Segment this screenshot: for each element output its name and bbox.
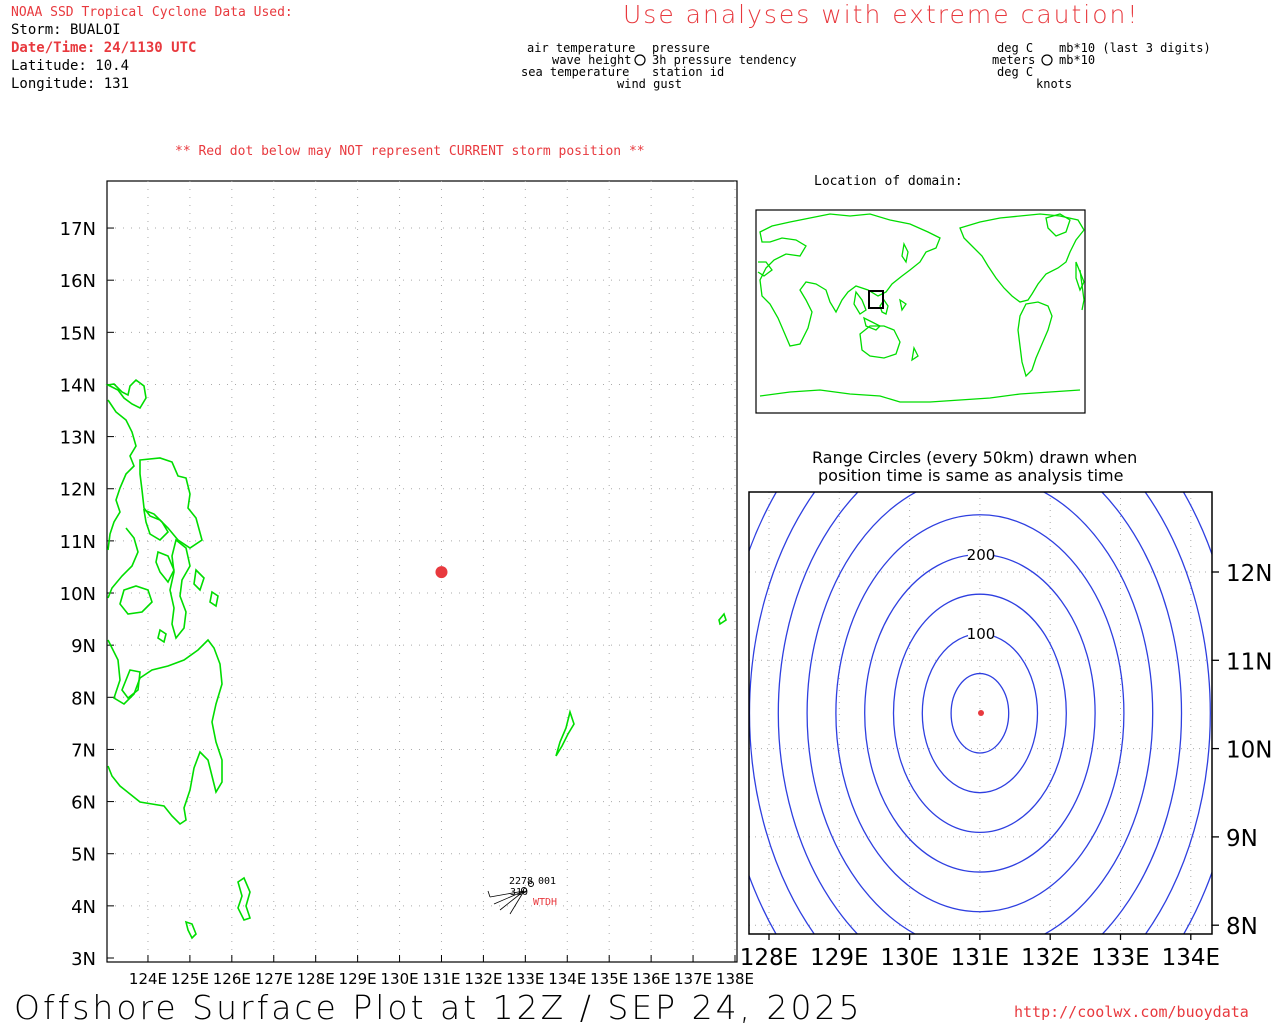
range-lon-label: 129E <box>810 945 868 971</box>
lon-label: 131E <box>422 970 460 988</box>
lon-label: 135E <box>590 970 628 988</box>
range-lon-label: 128E <box>740 945 798 971</box>
lon-label: 138E <box>716 970 754 988</box>
lat-label: 16N <box>60 271 96 292</box>
plot-title: Offshore Surface Plot at 12Z / SEP 24, 2… <box>14 988 863 1027</box>
source-url[interactable]: http://coolwx.com/buoydata <box>1014 1003 1249 1021</box>
station-value-top-right: 001 <box>538 876 556 887</box>
range-lat-label: 12N <box>1226 561 1272 587</box>
range-lon-label: 134E <box>1162 945 1220 971</box>
lon-label: 128E <box>297 970 335 988</box>
range-lat-label: 11N <box>1226 649 1272 675</box>
main-map-grid <box>107 181 737 962</box>
lat-label: 14N <box>60 375 96 396</box>
range-lon-labels: 128E 129E 130E 131E 132E 133E 134E <box>740 945 1220 971</box>
lat-label: 5N <box>71 845 96 866</box>
main-map-frame <box>106 180 738 963</box>
range-lon-label: 131E <box>951 945 1009 971</box>
buoy-station-plot: 2278 001 310 WTDH <box>487 876 557 915</box>
wind-barb-flag <box>487 890 491 898</box>
range-label-200: 200 <box>967 546 996 564</box>
inset-frame <box>755 209 1086 414</box>
lat-label: 9N <box>71 636 96 657</box>
range-lon-label: 130E <box>880 945 938 971</box>
range-label-100: 100 <box>967 625 996 643</box>
lat-label: 15N <box>60 323 96 344</box>
range-circle-plot: 200 100 128E 129E 130E 131E 132E 133E 134E 12N… <box>740 491 1272 971</box>
range-lat-labels: 12N 11N 10N 9N 8N <box>1226 561 1272 940</box>
station-value-top: 2278 <box>509 876 533 887</box>
lon-label: 136E <box>632 970 670 988</box>
lon-label: 137E <box>674 970 712 988</box>
lat-label: 4N <box>71 897 96 918</box>
inset-world-map <box>755 209 1086 414</box>
range-lon-label: 133E <box>1091 945 1149 971</box>
lat-label: 8N <box>71 688 96 709</box>
lon-label: 126E <box>213 970 251 988</box>
range-circle <box>749 492 1212 934</box>
range-lat-label: 8N <box>1226 914 1258 940</box>
station-value-mid: 310 <box>510 887 528 898</box>
lon-label: 134E <box>548 970 586 988</box>
range-lon-label: 132E <box>1021 945 1079 971</box>
range-storm-center <box>978 710 984 716</box>
lon-label: 127E <box>255 970 293 988</box>
legend-station-circle <box>634 54 646 66</box>
lat-label: 17N <box>60 219 96 240</box>
lat-label: 13N <box>60 428 96 449</box>
lon-label: 129E <box>339 970 377 988</box>
station-id: WTDH <box>533 897 557 908</box>
range-circles <box>749 492 1212 934</box>
main-map-lat-labels: 17N 16N 15N 14N 13N 12N 11N 10N 9N 8N 7N 6N 5N 4N 3N <box>60 219 96 970</box>
lon-label: 125E <box>171 970 209 988</box>
lon-label: 130E <box>380 970 418 988</box>
lat-label: 12N <box>60 480 96 501</box>
lon-label: 133E <box>506 970 544 988</box>
range-circle <box>749 492 1211 934</box>
lat-label: 3N <box>71 949 96 970</box>
lat-label: 11N <box>60 532 96 553</box>
lat-label: 6N <box>71 793 96 814</box>
lat-label: 10N <box>60 584 96 605</box>
lat-label: 7N <box>71 740 96 761</box>
range-lat-label: 9N <box>1226 826 1258 852</box>
legend-units-circle <box>1041 54 1053 66</box>
range-lat-label: 10N <box>1226 738 1272 764</box>
coastline-philippines <box>105 378 727 940</box>
lon-label: 132E <box>464 970 502 988</box>
main-map-lon-labels: 124E 125E 126E 127E 128E 129E 130E 131E 132E 133E… <box>129 970 754 988</box>
lon-label: 124E <box>129 970 167 988</box>
main-map-lon-ticks <box>147 955 736 962</box>
storm-position-marker <box>435 566 448 579</box>
plot-canvas: 17N 16N 15N 14N 13N 12N 11N 10N 9N 8N 7N 6N 5N 4N 3N 1… <box>60 54 1272 988</box>
main-map: 17N 16N 15N 14N 13N 12N 11N 10N 9N 8N 7N 6N 5N 4N 3N 1… <box>60 180 754 988</box>
